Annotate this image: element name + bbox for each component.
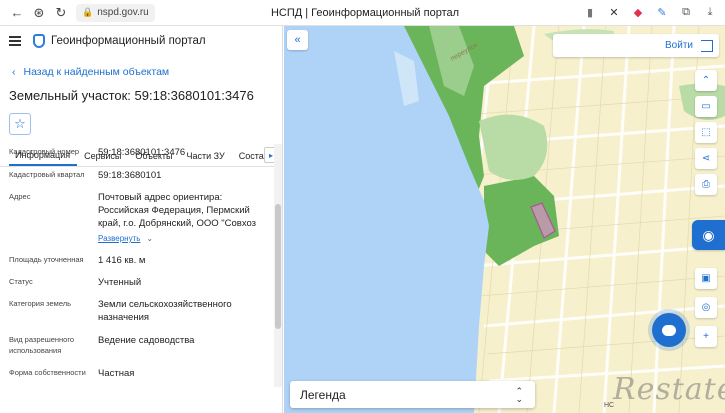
share-button[interactable]: ⋖ (695, 148, 717, 169)
tab-title: НСПД | Геоинформационный портал (270, 6, 460, 19)
puzzle-icon[interactable]: ⧉ (677, 3, 695, 21)
property-value: Учтенный (98, 277, 142, 288)
property-row: Площадь уточненная 1 416 кв. м (0, 251, 272, 273)
property-value: 59:18:3680101 (98, 170, 162, 181)
download-icon[interactable]: ⤓ (701, 3, 719, 21)
reload-icon[interactable]: ↻ (50, 3, 72, 23)
location-icon: ◎ (701, 302, 711, 313)
property-row: Форма собственности Частная (0, 367, 272, 385)
property-row: Кадастровый номер 59:18:3680101:3476 (0, 144, 272, 169)
map-toolbar: ⌃ ▭ ⬚ ⋖ ⎙ (695, 70, 717, 195)
map-copyright: НС (604, 402, 615, 409)
back-arrow-icon[interactable]: ← (6, 3, 28, 23)
property-key: Вид разрешенного использования (9, 335, 75, 355)
login-button[interactable]: Войти (553, 34, 719, 57)
watermark-logo: Restate (613, 372, 725, 407)
chevron-down-icon: ⌄ (146, 234, 154, 243)
map-toolbar-lower: ▣ ◎ + (695, 268, 717, 347)
location-button[interactable]: ◎ (695, 297, 717, 318)
property-key: Категория земель (9, 299, 72, 308)
login-label: Войти (665, 40, 693, 51)
extension-icon[interactable]: ✕ (605, 3, 623, 21)
updown-chevron-icon: ⌃ ⌄ (515, 385, 523, 404)
share-icon: ⋖ (701, 153, 711, 164)
address-value: Почтовый адрес ориентира: Российская Фед… (98, 192, 256, 229)
property-row: Вид разрешенного использования Ведение с… (0, 331, 272, 367)
browser-toolbar: ← ⊛ ↻ 🔒 nspd.gov.ru НСПД | Геоинформацио… (0, 0, 725, 26)
legend-label: Легенда (300, 387, 346, 402)
pocket-icon[interactable]: ◆ (629, 3, 647, 21)
url-text: nspd.gov.ru (97, 7, 149, 18)
property-key: Площадь уточненная (9, 255, 84, 264)
back-to-results-link[interactable]: ‹ Назад к найденным объектам (0, 66, 282, 78)
ruler-icon: ▭ (701, 101, 711, 112)
property-key: Статус (9, 277, 33, 286)
expand-label: Развернуть (98, 234, 141, 243)
property-value: Земли сельскохозяйственного назначения (98, 299, 232, 323)
login-icon (701, 39, 713, 52)
plus-icon: + (703, 331, 709, 342)
pen-icon[interactable]: ✎ (653, 3, 671, 21)
minimap-icon: ▣ (701, 273, 711, 284)
print-icon: ⎙ (702, 179, 710, 190)
app-title: Геоинформационный портал (51, 35, 206, 47)
back-link-label: Назад к найденным объектам (23, 66, 170, 78)
scrollbar-thumb[interactable] (275, 204, 281, 329)
property-row: Кадастровый квартал 59:18:3680101 (0, 169, 272, 191)
chat-button[interactable] (652, 313, 686, 347)
favorite-button[interactable]: ☆ (9, 113, 31, 135)
collapse-panel-button[interactable]: « (287, 30, 308, 50)
app-header: Геоинформационный портал (0, 26, 282, 56)
lock-icon: 🔒 (82, 7, 94, 17)
address-bar[interactable]: 🔒 nspd.gov.ru (76, 3, 155, 22)
ruler-button[interactable]: ▭ (695, 96, 717, 117)
expand-address-link[interactable]: Развернуть ⌄ (98, 232, 272, 245)
property-value: 59:18:3680101:3476 (98, 147, 186, 158)
property-row: Адрес Почтовый адрес ориентира: Российск… (0, 191, 272, 251)
select-area-button[interactable]: ⬚ (695, 122, 717, 143)
property-key: Кадастровый номер (9, 147, 80, 156)
panel-scrollbar[interactable] (274, 144, 282, 387)
chevron-left-icon: ‹ (12, 66, 16, 78)
map-view[interactable]: переулок (284, 26, 725, 413)
property-value: Ведение садоводства (98, 335, 195, 346)
page-title: Земельный участок: 59:18:3680101:3476 (9, 88, 254, 103)
assistant-icon: ◉ (702, 226, 715, 243)
assistant-button[interactable]: ◉ (692, 220, 725, 250)
property-key: Форма собственности (9, 368, 86, 377)
property-key: Адрес (9, 192, 31, 201)
property-row: Категория земель Земли сельскохозяйствен… (0, 295, 272, 331)
print-button[interactable]: ⎙ (695, 174, 717, 195)
chat-icon (662, 324, 676, 336)
property-list: Кадастровый номер 59:18:3680101:3476 Кад… (0, 144, 272, 385)
chevron-up-icon: ⌃ (701, 75, 711, 86)
property-row: Статус Учтенный (0, 273, 272, 295)
portal-logo-icon (33, 34, 45, 48)
zoom-in-button[interactable]: + (695, 326, 717, 347)
double-chevron-left-icon: « (294, 34, 301, 46)
bookmark-icon[interactable]: ▮ (581, 3, 599, 21)
property-value: Частная (98, 368, 135, 379)
yandex-icon[interactable]: ⊛ (28, 3, 50, 23)
star-icon: ☆ (14, 116, 26, 131)
minimap-button[interactable]: ▣ (695, 268, 717, 289)
select-area-icon: ⬚ (701, 127, 711, 138)
property-value: 1 416 кв. м (98, 255, 146, 266)
property-key: Кадастровый квартал (9, 170, 85, 179)
map-canvas[interactable]: переулок (284, 26, 725, 413)
hamburger-icon[interactable] (9, 36, 21, 46)
layers-toggle-button[interactable]: ⌃ (695, 70, 717, 91)
legend-dropdown[interactable]: Легенда ⌃ ⌄ (290, 381, 535, 408)
